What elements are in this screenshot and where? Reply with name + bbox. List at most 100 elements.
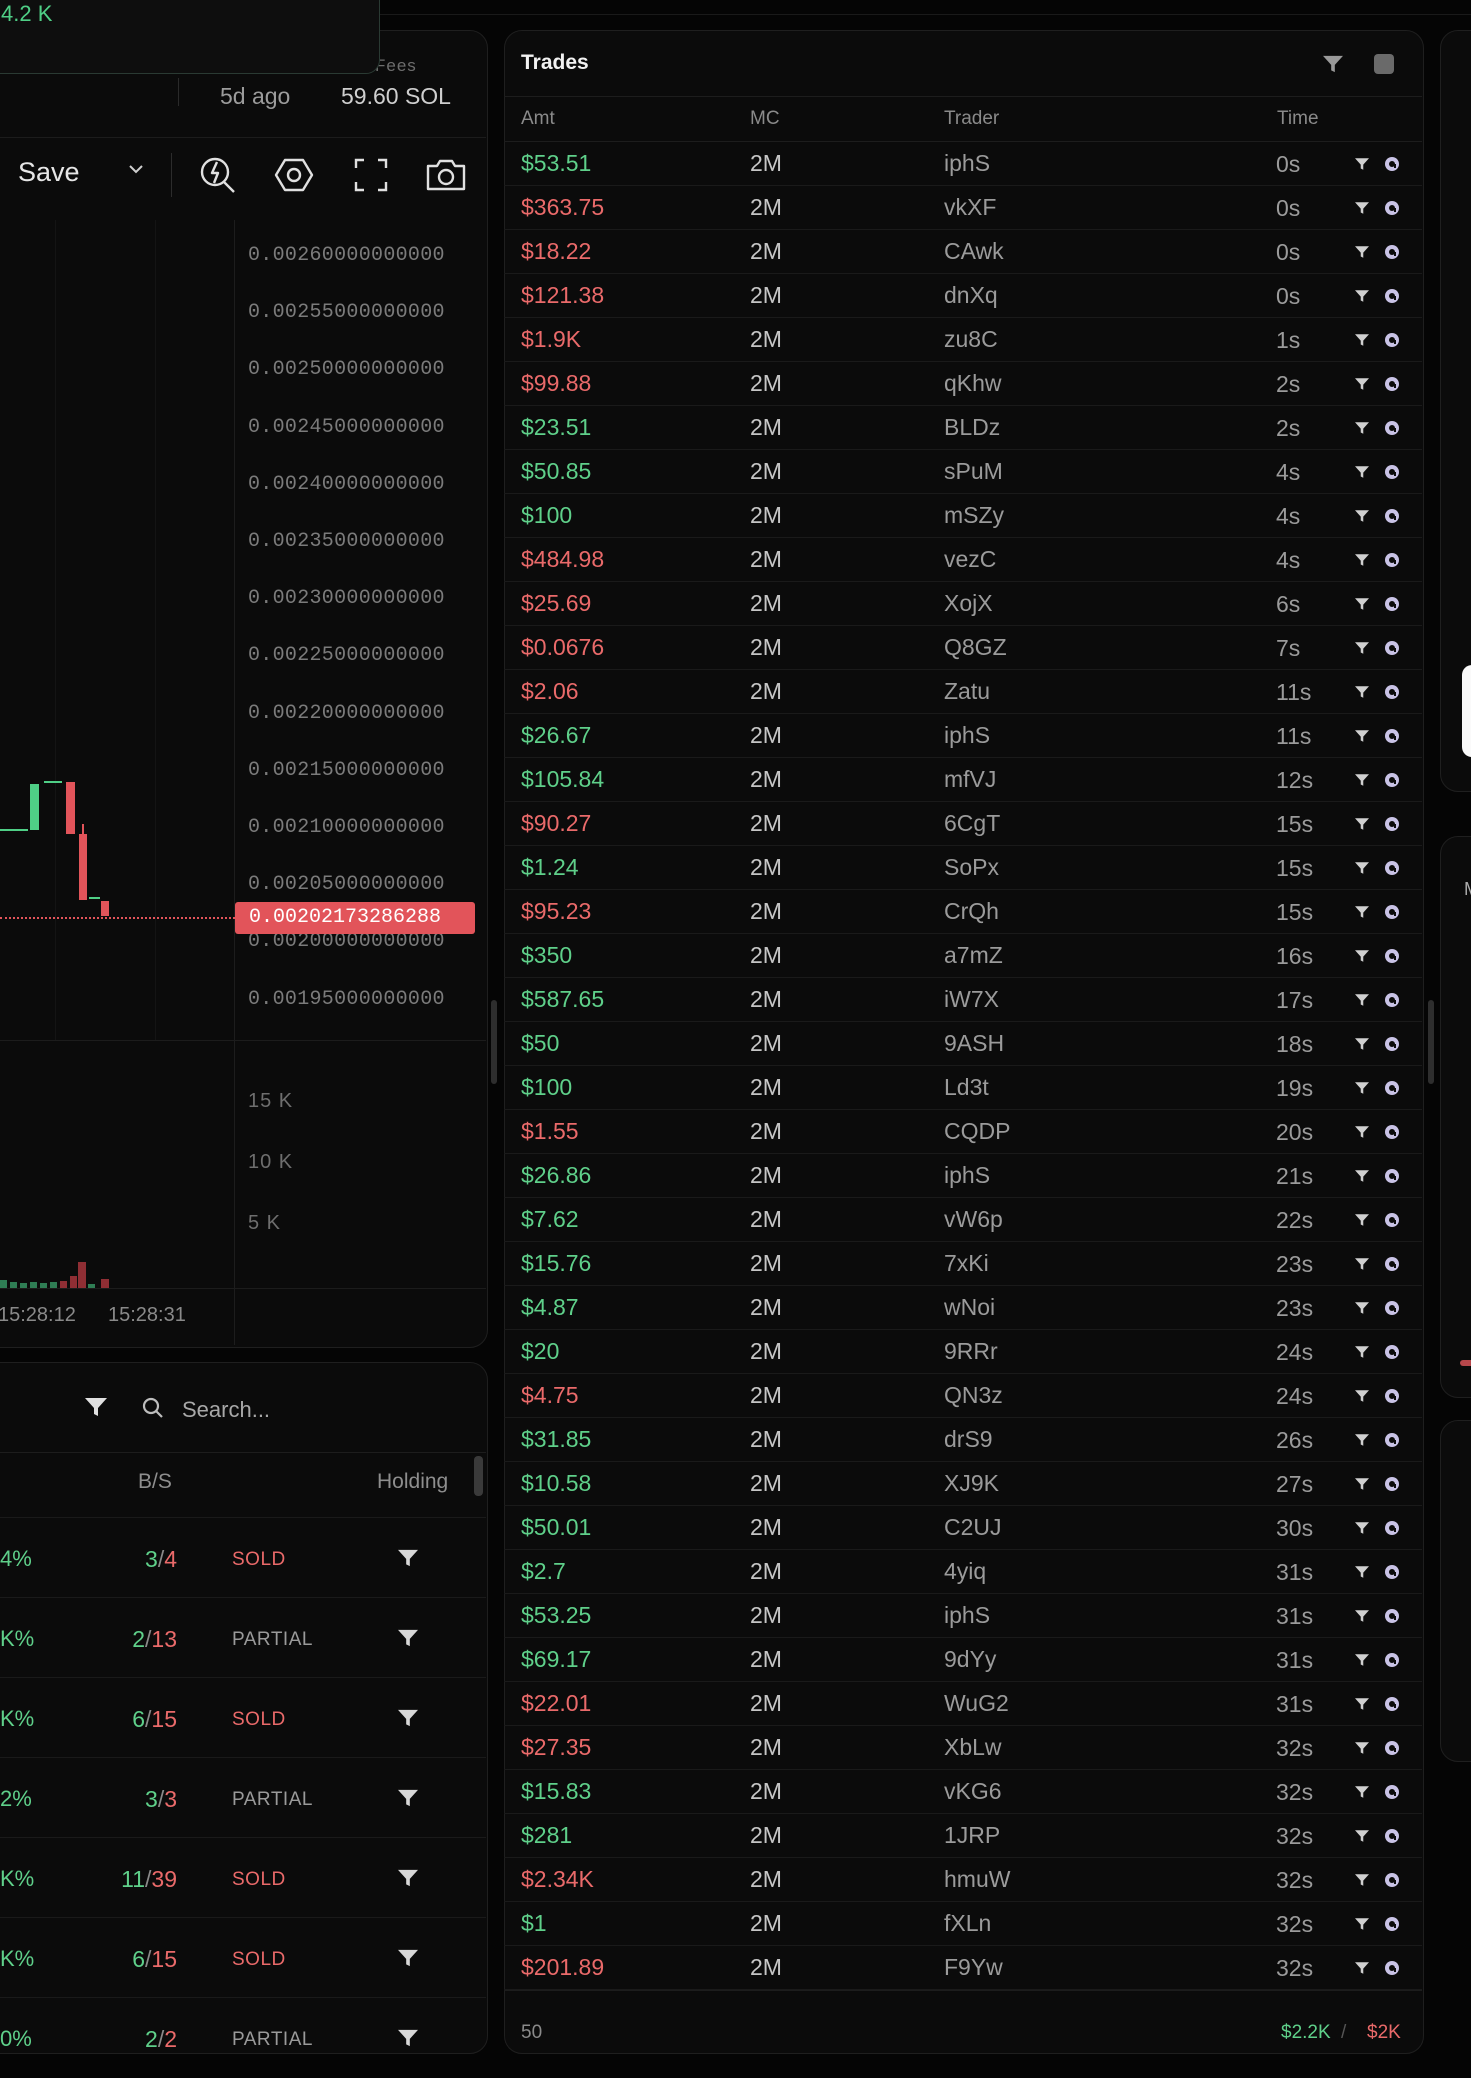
side-toggle[interactable] [1462, 665, 1471, 757]
filter-icon[interactable] [1354, 289, 1370, 308]
tx-link-icon[interactable] [1383, 1475, 1401, 1498]
tx-link-icon[interactable] [1383, 1519, 1401, 1542]
tx-link-icon[interactable] [1383, 1255, 1401, 1278]
filter-icon[interactable] [1354, 1213, 1370, 1232]
trade-row[interactable]: $1.9K 2M zu8C 1s [504, 318, 1422, 362]
filter-icon[interactable] [1354, 993, 1370, 1012]
tx-link-icon[interactable] [1383, 639, 1401, 662]
trader-link[interactable]: F9Yw [944, 1954, 1003, 1981]
tx-link-icon[interactable] [1383, 1827, 1401, 1850]
tx-link-icon[interactable] [1383, 595, 1401, 618]
save-layout-button[interactable]: Save [18, 157, 80, 188]
tx-link-icon[interactable] [1383, 1299, 1401, 1322]
trader-link[interactable]: QN3z [944, 1382, 1003, 1409]
trade-row[interactable]: $18.22 2M CAwk 0s [504, 230, 1422, 274]
trader-link[interactable]: Zatu [944, 678, 990, 705]
trader-link[interactable]: vKG6 [944, 1778, 1002, 1805]
tx-link-icon[interactable] [1383, 859, 1401, 882]
trade-row[interactable]: $23.51 2M BLDz 2s [504, 406, 1422, 450]
filter-icon[interactable] [1354, 1345, 1370, 1364]
holder-row[interactable]: K% 2/13 PARTIAL [0, 1597, 486, 1678]
filter-icon[interactable] [397, 1868, 419, 1893]
trader-link[interactable]: vezC [944, 546, 996, 573]
trader-link[interactable]: iphS [944, 1602, 990, 1629]
tx-link-icon[interactable] [1383, 199, 1401, 222]
trade-row[interactable]: $0.0676 2M Q8GZ 7s [504, 626, 1422, 670]
trader-link[interactable]: 7xKi [944, 1250, 989, 1277]
column-header-time[interactable]: Time [1277, 108, 1319, 130]
trade-row[interactable]: $20 2M 9RRr 24s [504, 1330, 1422, 1374]
filter-icon[interactable] [1354, 1565, 1370, 1584]
trade-row[interactable]: $53.25 2M iphS 31s [504, 1594, 1422, 1638]
trade-row[interactable]: $587.65 2M iW7X 17s [504, 978, 1422, 1022]
trader-link[interactable]: iW7X [944, 986, 999, 1013]
filter-icon[interactable] [1354, 1785, 1370, 1804]
filter-icon[interactable] [1354, 1169, 1370, 1188]
tx-link-icon[interactable] [1383, 1959, 1401, 1982]
trade-row[interactable]: $1 2M fXLn 32s [504, 1902, 1422, 1946]
tx-link-icon[interactable] [1383, 551, 1401, 574]
trader-link[interactable]: drS9 [944, 1426, 993, 1453]
tx-link-icon[interactable] [1383, 727, 1401, 750]
trader-link[interactable]: BLDz [944, 414, 1000, 441]
trade-row[interactable]: $1.55 2M CQDP 20s [504, 1110, 1422, 1154]
filter-icon[interactable] [1354, 773, 1370, 792]
trade-row[interactable]: $281 2M 1JRP 32s [504, 1814, 1422, 1858]
trader-link[interactable]: 9ASH [944, 1030, 1004, 1057]
trader-link[interactable]: wNoi [944, 1294, 995, 1321]
trade-row[interactable]: $484.98 2M vezC 4s [504, 538, 1422, 582]
tx-link-icon[interactable] [1383, 1695, 1401, 1718]
filter-icon[interactable] [1354, 641, 1370, 660]
tx-link-icon[interactable] [1383, 507, 1401, 530]
holder-row[interactable]: 2% 3/3 PARTIAL [0, 1757, 486, 1838]
tx-link-icon[interactable] [1383, 463, 1401, 486]
search-input[interactable] [180, 1393, 444, 1427]
tx-link-icon[interactable] [1383, 1651, 1401, 1674]
trade-row[interactable]: $99.88 2M qKhw 2s [504, 362, 1422, 406]
tx-link-icon[interactable] [1383, 815, 1401, 838]
filter-icon[interactable] [1354, 509, 1370, 528]
tx-link-icon[interactable] [1383, 947, 1401, 970]
trader-link[interactable]: iphS [944, 150, 990, 177]
trader-link[interactable]: mSZy [944, 502, 1004, 529]
filter-icon[interactable] [1354, 817, 1370, 836]
filter-icon[interactable] [1354, 201, 1370, 220]
tx-link-icon[interactable] [1383, 771, 1401, 794]
filter-icon[interactable] [1354, 157, 1370, 176]
trade-row[interactable]: $27.35 2M XbLw 32s [504, 1726, 1422, 1770]
tx-link-icon[interactable] [1383, 155, 1401, 178]
filter-icon[interactable] [1354, 1653, 1370, 1672]
filter-icon[interactable] [1354, 949, 1370, 968]
filter-icon[interactable] [1354, 1389, 1370, 1408]
collapse-panel-icon[interactable] [1374, 54, 1394, 74]
trade-row[interactable]: $69.17 2M 9dYy 31s [504, 1638, 1422, 1682]
trader-link[interactable]: zu8C [944, 326, 998, 353]
filter-icon[interactable] [397, 1948, 419, 1973]
trade-row[interactable]: $95.23 2M CrQh 15s [504, 890, 1422, 934]
resize-handle[interactable] [1428, 1000, 1434, 1084]
chevron-down-icon[interactable] [127, 160, 145, 184]
trader-link[interactable]: mfVJ [944, 766, 996, 793]
filter-icon[interactable] [1354, 729, 1370, 748]
filter-icon[interactable] [397, 1708, 419, 1733]
trade-row[interactable]: $2.7 2M 4yiq 31s [504, 1550, 1422, 1594]
tx-link-icon[interactable] [1383, 1431, 1401, 1454]
tx-link-icon[interactable] [1383, 287, 1401, 310]
filter-icon[interactable] [397, 1788, 419, 1813]
column-header-amt[interactable]: Amt [521, 108, 555, 130]
trader-link[interactable]: 9RRr [944, 1338, 998, 1365]
tx-link-icon[interactable] [1383, 1167, 1401, 1190]
filter-icon[interactable] [1354, 1873, 1370, 1892]
trade-row[interactable]: $50 2M 9ASH 18s [504, 1022, 1422, 1066]
trade-row[interactable]: $363.75 2M vkXF 0s [504, 186, 1422, 230]
filter-icon[interactable] [1354, 1477, 1370, 1496]
trade-row[interactable]: $350 2M a7mZ 16s [504, 934, 1422, 978]
tx-link-icon[interactable] [1383, 683, 1401, 706]
filter-icon[interactable] [397, 1548, 419, 1573]
holder-row[interactable]: K% 6/15 SOLD [0, 1917, 486, 1998]
tx-link-icon[interactable] [1383, 1915, 1401, 1938]
trader-link[interactable]: iphS [944, 1162, 990, 1189]
trader-link[interactable]: 4yiq [944, 1558, 986, 1585]
filter-icon[interactable] [1354, 905, 1370, 924]
filter-icon[interactable] [1354, 1917, 1370, 1936]
